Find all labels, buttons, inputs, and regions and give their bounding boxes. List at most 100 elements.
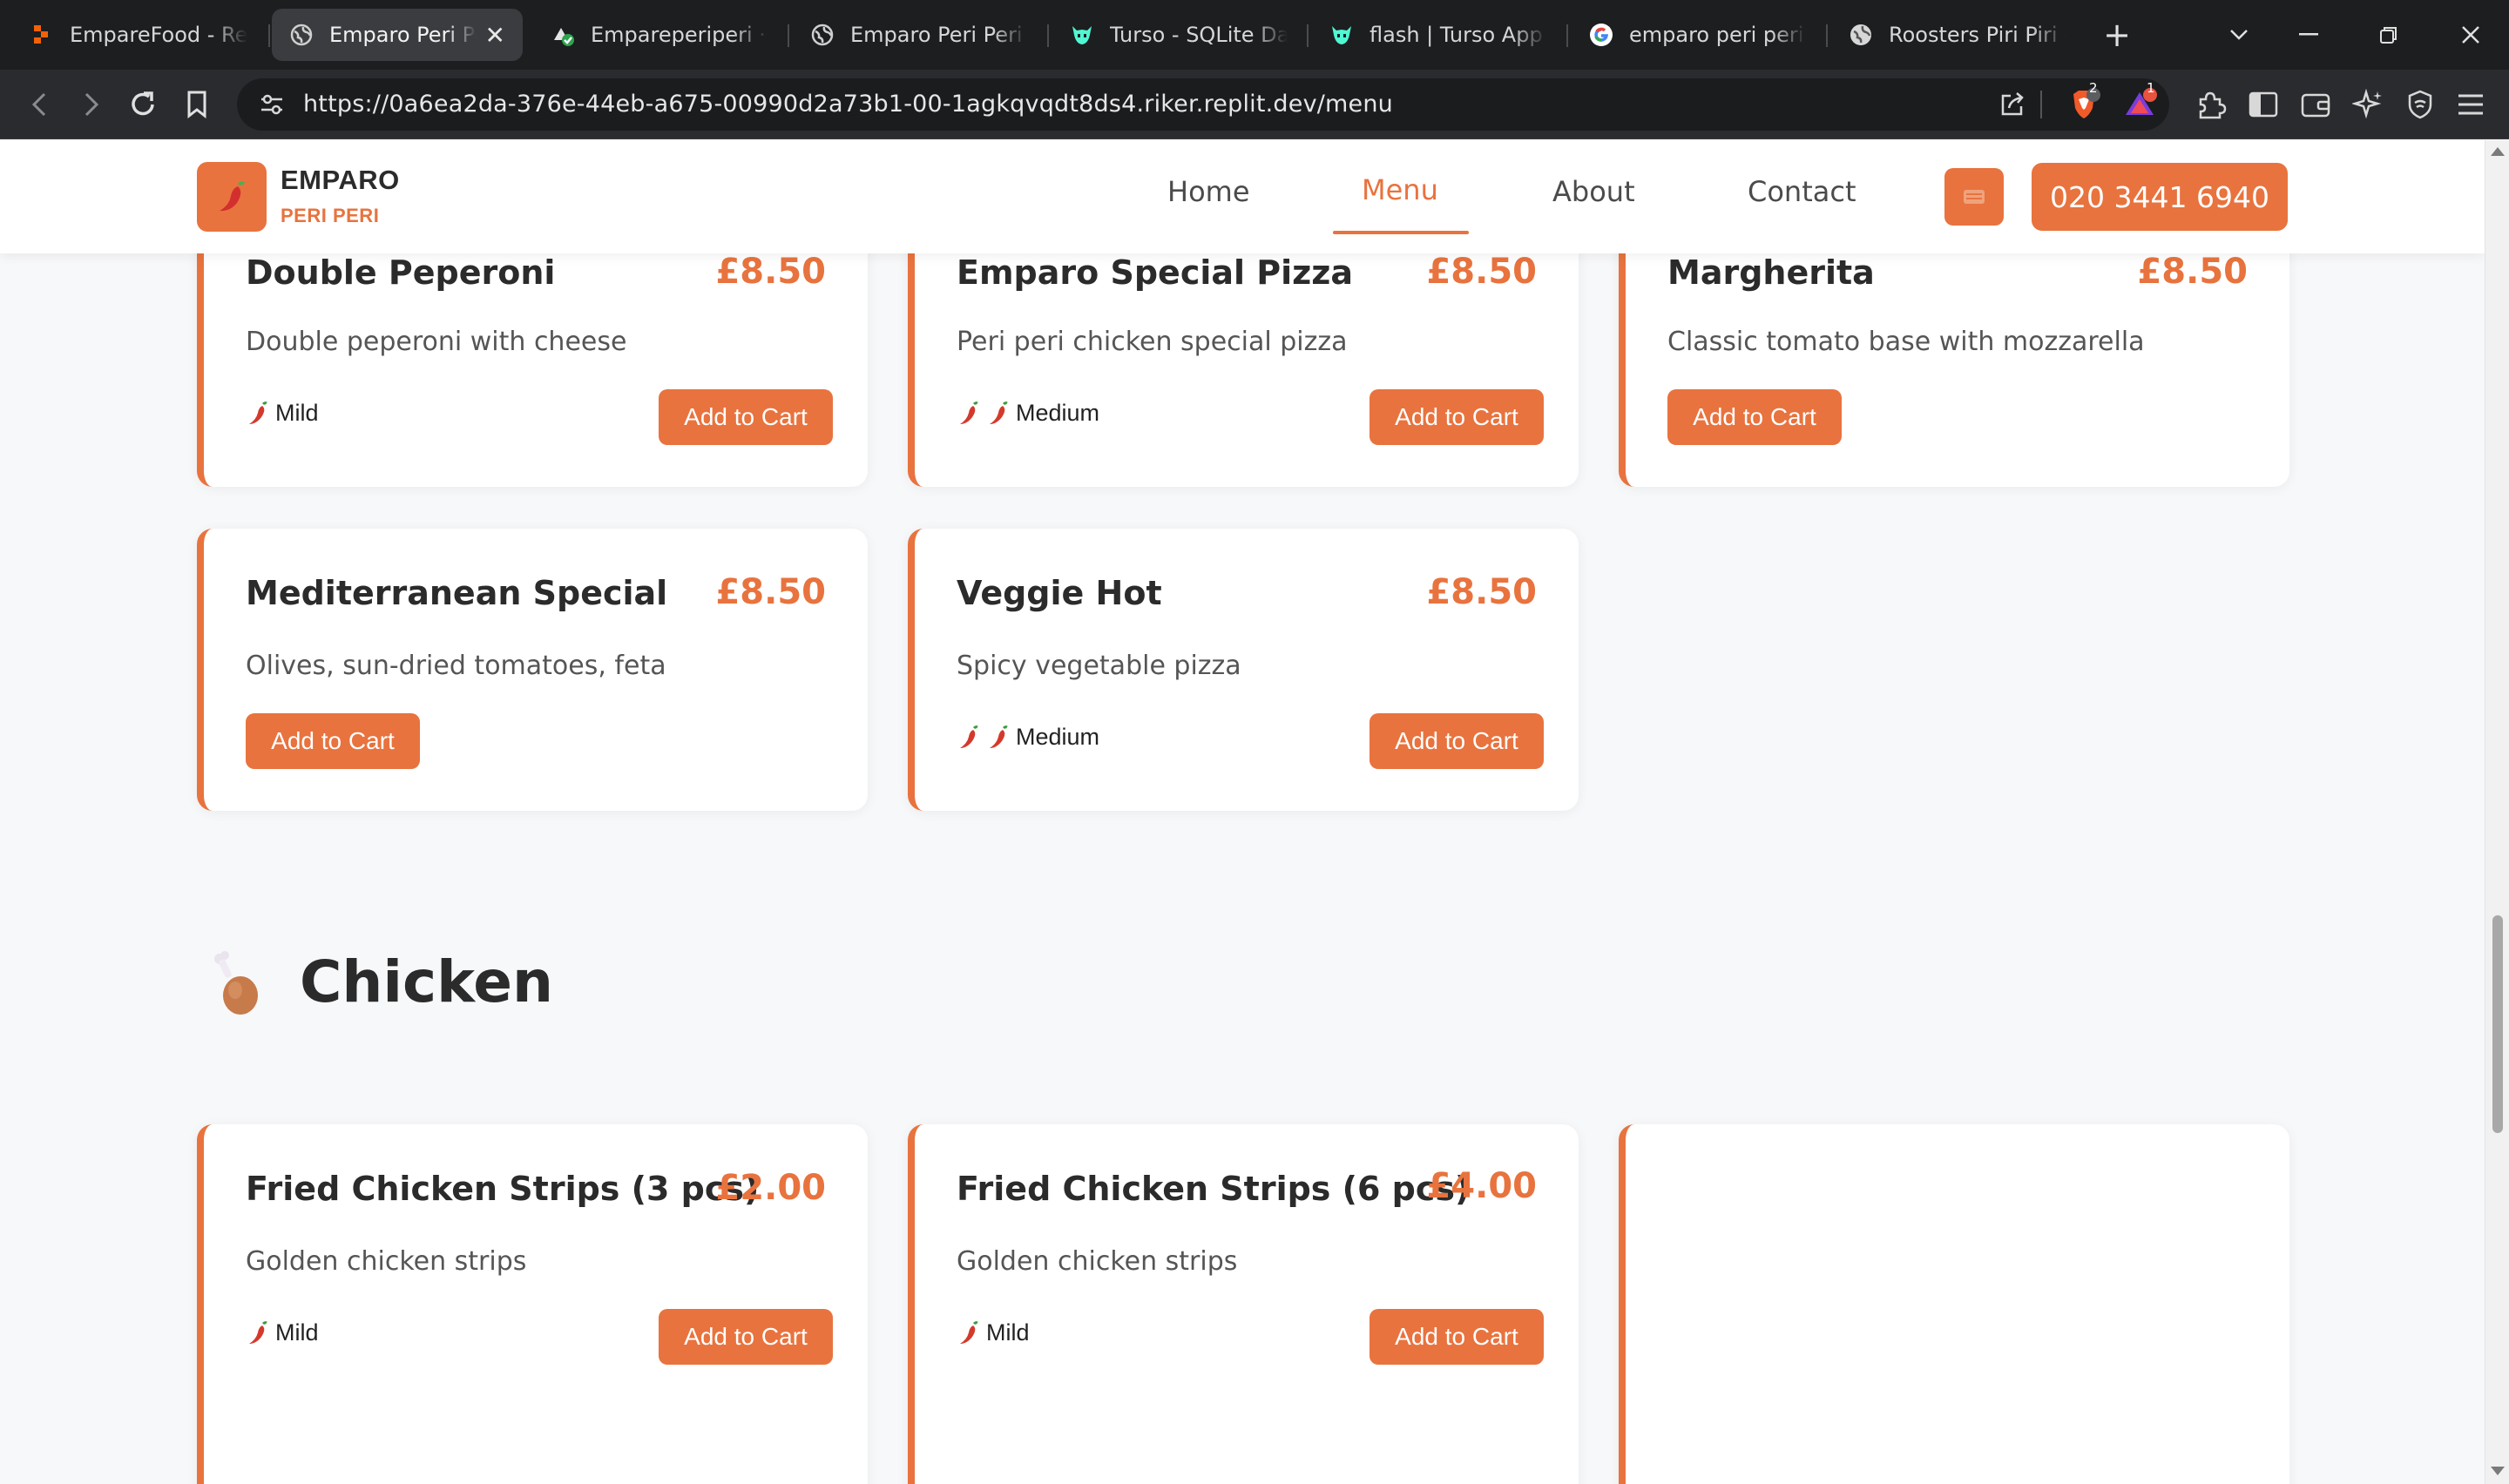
item-description: Double peperoni with cheese: [246, 327, 627, 357]
page-scrollbar[interactable]: [2485, 140, 2509, 1484]
globe-icon: [810, 23, 835, 47]
google-icon: [1589, 23, 1613, 47]
brand[interactable]: EMPARO PERI PERI: [281, 165, 400, 227]
browser-tab[interactable]: Emparo Peri Peri -: [793, 9, 1045, 61]
item-name: Mediterranean Special: [246, 574, 668, 612]
close-window-button[interactable]: [2445, 0, 2497, 70]
browser-tab[interactable]: flash | Turso App: [1312, 9, 1565, 61]
menu-card: Fried Chicken Strips (6 pcs) £4.00 Golde…: [908, 1124, 1579, 1484]
spice-label: Medium: [1016, 724, 1100, 750]
chili-icon: [249, 1320, 267, 1344]
menu-hamburger-icon[interactable]: [2446, 70, 2495, 139]
item-name: Veggie Hot: [957, 574, 1162, 612]
add-to-cart-button[interactable]: Add to Cart: [1369, 1309, 1544, 1365]
nav-about[interactable]: About: [1552, 175, 1635, 208]
chili-icon: [249, 401, 267, 424]
vercel-check-icon: [551, 23, 575, 47]
chili-icon: [960, 725, 978, 748]
replit-favicon-icon: [30, 23, 54, 47]
tab-separator: [1307, 24, 1309, 47]
chili-icon: [960, 401, 978, 424]
alert-badge: 1: [2147, 80, 2155, 96]
nav-contact[interactable]: Contact: [1748, 175, 1856, 208]
close-tab-icon[interactable]: ✕: [485, 21, 505, 50]
minimize-button[interactable]: [2282, 0, 2335, 70]
extensions-puzzle-icon[interactable]: [2187, 70, 2235, 139]
brand-name: EMPARO: [281, 165, 400, 195]
tab-separator: [1826, 24, 1828, 47]
browser-tab[interactable]: Roosters Piri Piri -: [1831, 9, 2084, 61]
cart-icon: [1964, 190, 1985, 204]
nav-menu[interactable]: Menu: [1362, 173, 1438, 206]
spice-label: Mild: [275, 400, 319, 426]
turso-icon: [1329, 23, 1354, 47]
tab-search-chevron-icon[interactable]: [2213, 0, 2265, 70]
menu-card: Fried Chicken Strips (3 pcs) £2.00 Golde…: [197, 1124, 868, 1484]
spice-level: Mild: [246, 400, 319, 427]
globe-icon: [1849, 23, 1873, 47]
site-settings-icon[interactable]: [247, 70, 296, 139]
sidebar-toggle-icon[interactable]: [2239, 70, 2288, 139]
logo[interactable]: [197, 162, 267, 232]
browser-tab[interactable]: Empareperiperi · V: [533, 9, 786, 61]
tab-separator: [1047, 24, 1049, 47]
back-arrow-icon[interactable]: [16, 70, 64, 139]
bookmark-icon[interactable]: [172, 70, 221, 139]
browser-tab-bar: EmpareFood - Rep Emparo Peri Peri ✕ Empa…: [0, 0, 2509, 70]
brave-shields-icon[interactable]: 2: [2059, 70, 2108, 139]
item-description: Golden chicken strips: [246, 1246, 527, 1277]
new-tab-button[interactable]: +: [2091, 0, 2143, 70]
browser-tab[interactable]: emparo peri peri -: [1572, 9, 1824, 61]
add-to-cart-button[interactable]: Add to Cart: [1667, 389, 1842, 445]
item-description: Classic tomato base with mozzarella: [1667, 327, 2145, 357]
phone-button[interactable]: 020 3441 6940: [2032, 163, 2288, 231]
add-to-cart-button[interactable]: Add to Cart: [1369, 713, 1544, 769]
forward-arrow-icon[interactable]: [66, 70, 115, 139]
chili-icon: [990, 725, 1008, 748]
browser-tab-active[interactable]: Emparo Peri Peri ✕: [272, 9, 523, 61]
menu-card-empty: [1619, 1124, 2289, 1484]
item-price: £2.00: [715, 1168, 826, 1208]
nav-home[interactable]: Home: [1167, 175, 1250, 208]
browser-tab[interactable]: Turso - SQLite Dat: [1052, 9, 1305, 61]
reload-icon[interactable]: [118, 70, 167, 139]
spice-level: Medium: [957, 724, 1099, 751]
spice-level: Mild: [246, 1319, 319, 1346]
item-description: Olives, sun-dried tomatoes, feta: [246, 651, 666, 681]
item-price: £4.00: [1426, 1166, 1537, 1206]
add-to-cart-button[interactable]: Add to Cart: [659, 389, 833, 445]
globe-icon: [289, 23, 314, 47]
brave-rewards-icon[interactable]: 1: [2115, 70, 2164, 139]
vpn-shield-icon[interactable]: [2396, 70, 2445, 139]
item-price: £8.50: [1426, 252, 1537, 292]
tab-separator: [788, 24, 789, 47]
add-to-cart-button[interactable]: Add to Cart: [659, 1309, 833, 1365]
browser-tab[interactable]: EmpareFood - Rep: [12, 9, 265, 61]
url-text: https://0a6ea2da-376e-44eb-a675-00990d2a…: [303, 91, 1393, 118]
restore-button[interactable]: [2363, 0, 2415, 70]
add-to-cart-button[interactable]: Add to Cart: [246, 713, 420, 769]
tab-separator: [1566, 24, 1568, 47]
address-bar[interactable]: https://0a6ea2da-376e-44eb-a675-00990d2a…: [237, 78, 2169, 131]
scroll-down-arrow-icon[interactable]: [2491, 1467, 2505, 1475]
item-price: £8.50: [2137, 252, 2248, 292]
chili-logo-icon: [220, 181, 245, 212]
site-header: EMPARO PERI PERI Home Menu About Contact…: [0, 140, 2485, 253]
add-to-cart-button[interactable]: Add to Cart: [1369, 389, 1544, 445]
wallet-icon[interactable]: [2291, 70, 2340, 139]
scroll-thumb[interactable]: [2492, 915, 2503, 1133]
brand-subtitle: PERI PERI: [281, 205, 380, 226]
share-icon[interactable]: [1988, 70, 2037, 139]
cart-button[interactable]: [1944, 168, 2004, 226]
browser-toolbar: https://0a6ea2da-376e-44eb-a675-00990d2a…: [0, 70, 2509, 139]
item-name: Double Peperoni: [246, 253, 556, 292]
spice-level: Mild: [957, 1319, 1030, 1346]
item-name: Fried Chicken Strips (6 pcs): [957, 1170, 1471, 1208]
scroll-up-arrow-icon[interactable]: [2491, 147, 2505, 156]
item-description: Spicy vegetable pizza: [957, 651, 1241, 681]
section-title-chicken: Chicken: [300, 948, 554, 1015]
turso-icon: [1070, 23, 1094, 47]
item-price: £8.50: [1426, 572, 1537, 612]
item-name: Emparo Special Pizza: [957, 253, 1354, 292]
leo-ai-sparkle-icon[interactable]: [2343, 70, 2392, 139]
